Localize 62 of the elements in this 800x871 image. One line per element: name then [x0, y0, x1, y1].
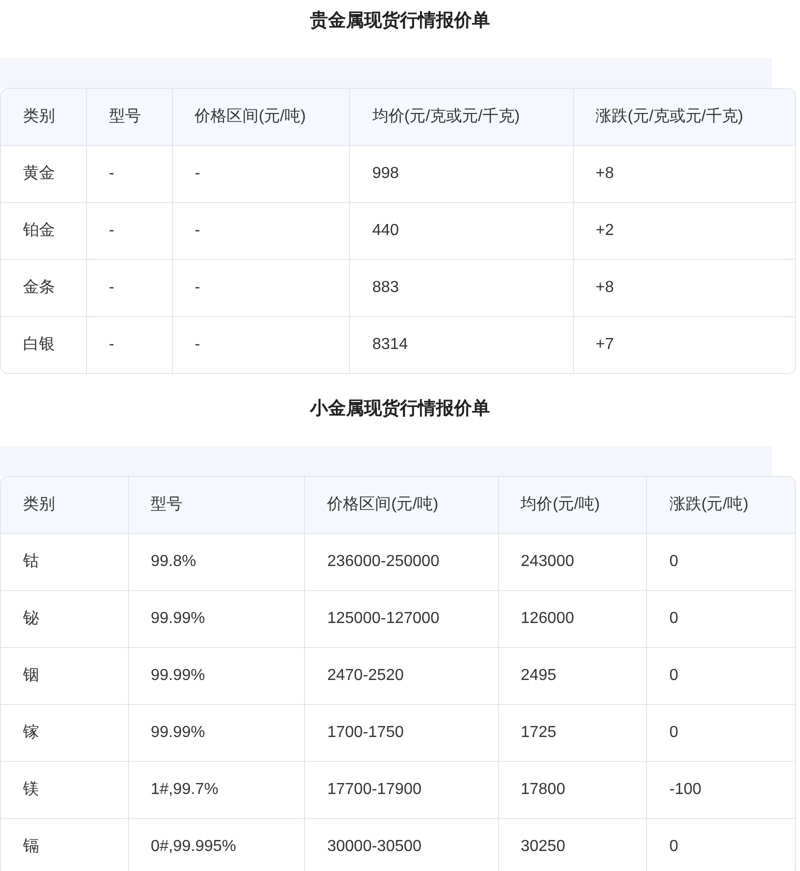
table-cell-text: 1725 [520, 723, 556, 743]
table-cell-text: 铋 [23, 609, 39, 629]
table-cell-text: 金条 [23, 278, 55, 298]
table-cell-text: 1700-1750 [327, 723, 404, 743]
table-cell-text: 8314 [372, 335, 408, 355]
table-cell-text: 883 [372, 278, 399, 298]
table-cell-text: 17800 [520, 780, 566, 800]
table-cell-text: 99.99% [150, 666, 205, 686]
table-cell-text: 17700-17900 [327, 780, 422, 800]
table-cell-text: 0 [669, 723, 678, 743]
table-cell-text: 0 [669, 552, 678, 572]
table-cell-text: +8 [596, 164, 614, 184]
table-cell-text: 镁 [23, 780, 39, 800]
table-cell-text: 99.99% [150, 609, 205, 629]
table-cell-text: 99.8% [150, 552, 196, 572]
table-cell-text: 125000-127000 [327, 609, 440, 629]
table-cell-text: +2 [596, 221, 614, 241]
table-cell-text: +7 [596, 335, 614, 355]
table-cell-text: 1#,99.7% [150, 780, 218, 800]
table-cell-text: 99.99% [150, 723, 205, 743]
table-cell-text: 铂金 [23, 221, 55, 241]
table-cell-text: 铟 [23, 666, 39, 686]
table-cell-text: 0 [669, 837, 678, 857]
table-cell-text: 白银 [23, 335, 55, 355]
column-header: 类别 [23, 106, 55, 127]
column-header: 均价(元/吨) [520, 494, 600, 515]
table-cell-text: 0 [669, 609, 678, 629]
table-cell-text: 0#,99.995% [150, 837, 236, 857]
table-cell-text: 0 [669, 666, 678, 686]
table-cell-text: 2495 [520, 666, 556, 686]
table-cell-text: 镉 [23, 837, 39, 857]
table-cell-text: - [194, 278, 200, 298]
column-header: 价格区间(元/吨) [194, 106, 306, 127]
table-cell-text: 钴 [23, 552, 39, 572]
table-cell-text: 243000 [520, 552, 574, 572]
table-cell-text: 998 [372, 164, 399, 184]
table-cell-text: - [108, 335, 114, 355]
table-cell-text: -100 [669, 780, 702, 800]
table-cell-text: 黄金 [23, 164, 55, 184]
table-cell-text: 126000 [520, 609, 574, 629]
table-cell-text: 236000-250000 [327, 552, 440, 572]
column-header: 涨跌(元/吨) [669, 494, 748, 515]
table-cell-text: 440 [372, 221, 399, 241]
column-header: 型号 [108, 107, 141, 127]
table-cell-text: - [108, 221, 114, 241]
table-cell-text: 30250 [520, 837, 566, 857]
column-header: 价格区间(元/吨) [327, 494, 438, 515]
section-title: 小金属现货行情报价单 [310, 397, 490, 420]
table-cell-text: 镓 [23, 723, 39, 743]
table-cell-text: - [194, 164, 200, 184]
table-cell-text: 30000-30500 [327, 837, 422, 857]
table-cell-text: +8 [596, 278, 614, 298]
column-header: 涨跌(元/克或元/千克) [596, 106, 744, 127]
column-header: 型号 [150, 495, 183, 515]
table-cell-text: - [108, 278, 114, 298]
table-cell-text: - [108, 164, 114, 184]
table-cell-text: - [194, 335, 200, 355]
table-cell-text: 2470-2520 [327, 666, 404, 686]
column-header: 均价(元/克或元/千克) [372, 106, 520, 127]
section-title: 贵金属现货行情报价单 [310, 9, 490, 32]
table-cell-text: - [194, 221, 200, 241]
column-header: 类别 [23, 494, 55, 515]
